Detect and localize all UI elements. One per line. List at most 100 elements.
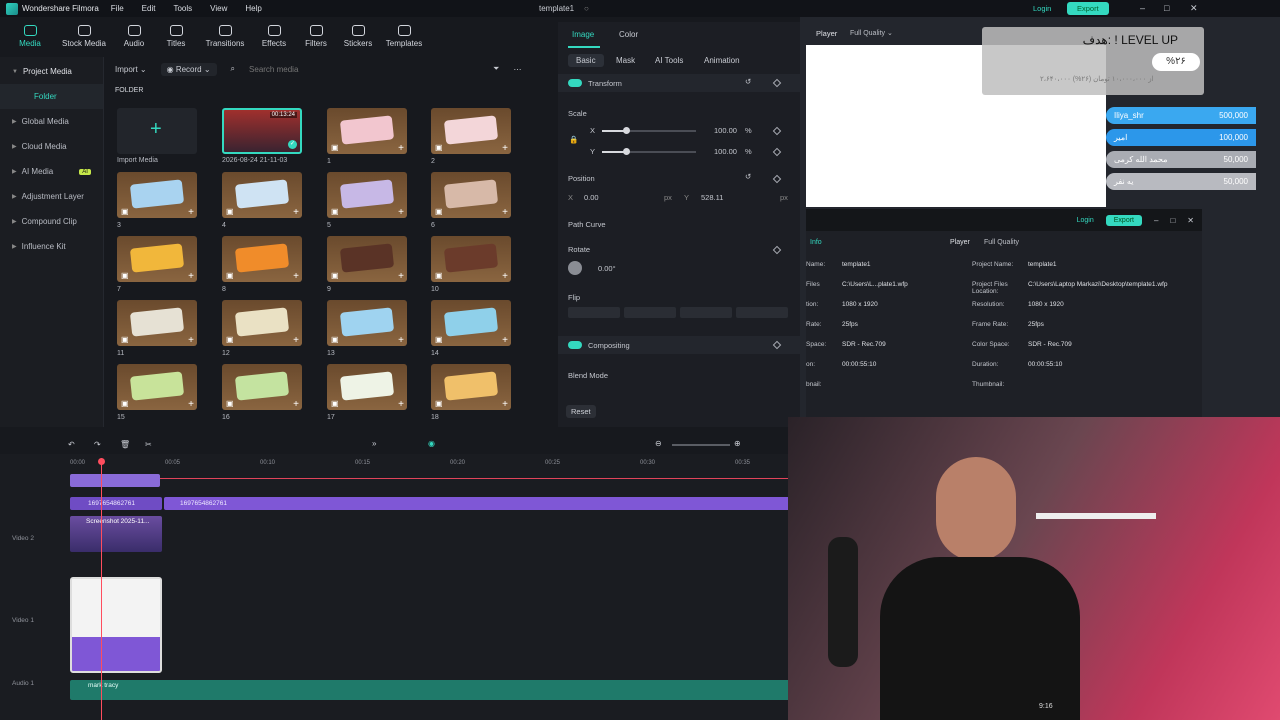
filter-icon[interactable]: ⏷ — [493, 64, 499, 74]
media-item[interactable]: ▣ + — [327, 364, 407, 410]
subtab-ai-tools[interactable]: AI Tools — [655, 56, 683, 65]
close-icon[interactable]: ✕ — [1187, 216, 1194, 225]
rotate-dial[interactable] — [568, 261, 582, 275]
media-item[interactable]: ▣ + — [222, 364, 302, 410]
media-item[interactable]: ▣ + — [431, 300, 511, 346]
subtab-animation[interactable]: Animation — [704, 56, 740, 65]
media-item[interactable]: ▣ + — [431, 108, 511, 154]
flip-vertical-button[interactable] — [624, 307, 676, 318]
tool-filters[interactable]: Filters — [298, 17, 334, 56]
nested-export[interactable]: Export — [1105, 214, 1142, 226]
add-icon[interactable]: + — [502, 143, 508, 154]
lock-icon[interactable]: 🔒 — [569, 135, 578, 144]
media-item[interactable]: ▣ + — [327, 236, 407, 282]
clip-cupcake[interactable] — [70, 577, 162, 673]
tool-audio[interactable]: Audio — [116, 17, 152, 56]
nav-folder[interactable]: Folder — [0, 84, 103, 109]
minimize-icon[interactable]: – — [1140, 3, 1145, 13]
nested-player-tab[interactable]: Player — [950, 239, 970, 246]
add-icon[interactable]: + — [188, 399, 194, 410]
tool-templates[interactable]: Templates — [382, 17, 426, 56]
nav-adjustment-layer[interactable]: ▶ Adjustment Layer — [0, 184, 103, 209]
add-icon[interactable]: + — [502, 207, 508, 218]
transform-toggle[interactable] — [568, 79, 582, 87]
media-item[interactable]: ▣ + — [117, 172, 197, 218]
export-button[interactable]: Export — [1067, 2, 1109, 15]
playhead-handle-icon[interactable] — [98, 458, 105, 465]
nav-cloud-media[interactable]: ▶ Cloud Media — [0, 134, 103, 159]
login-link[interactable]: Login — [1033, 4, 1051, 13]
add-icon[interactable]: + — [398, 271, 404, 282]
add-icon[interactable]: + — [398, 399, 404, 410]
add-icon[interactable]: + — [502, 271, 508, 282]
more-icon[interactable]: ⋯ — [513, 65, 521, 74]
audio-clip[interactable]: mark tracy — [70, 680, 790, 700]
tool-transitions[interactable]: Transitions — [200, 17, 250, 56]
undo-icon[interactable]: ↶ — [68, 440, 75, 449]
flip-horizontal-button[interactable] — [568, 307, 620, 318]
clip-screenshot[interactable]: Screenshot 2025-11... — [70, 516, 162, 552]
position-x-value[interactable]: 0.00 — [584, 193, 599, 202]
add-icon[interactable]: + — [398, 207, 404, 218]
add-icon[interactable]: + — [188, 207, 194, 218]
reset-icon[interactable]: ↺ — [745, 77, 751, 86]
zoom-slider[interactable] — [672, 444, 730, 446]
search-input[interactable] — [249, 64, 480, 74]
add-icon[interactable]: + — [502, 335, 508, 346]
tool-stock-media[interactable]: Stock Media — [58, 17, 110, 56]
split-icon[interactable]: ✂ — [145, 440, 152, 449]
zoom-in-icon[interactable]: ⊕ — [734, 439, 741, 448]
media-item[interactable]: ▣ + — [327, 172, 407, 218]
minimize-icon[interactable]: – — [1154, 216, 1158, 225]
keyframe-icon[interactable] — [772, 245, 782, 255]
clip-top[interactable] — [70, 474, 160, 487]
menu-help[interactable]: Help — [245, 4, 261, 13]
player-tab[interactable]: Player — [816, 29, 837, 38]
zoom-out-icon[interactable]: ⊖ — [655, 439, 662, 448]
keyframe-icon[interactable] — [772, 126, 782, 136]
tool-titles[interactable]: Titles — [158, 17, 194, 56]
add-icon[interactable]: + — [293, 335, 299, 346]
nested-login[interactable]: Login — [1077, 217, 1094, 224]
media-item[interactable]: ▣ + — [327, 108, 407, 154]
scale-x-value[interactable]: 100.00 — [714, 126, 737, 135]
add-icon[interactable]: + — [293, 399, 299, 410]
reset-button[interactable]: Reset — [566, 405, 596, 418]
import-dropdown[interactable]: Import ⌄ — [115, 65, 147, 74]
media-item[interactable]: ▣ + — [117, 300, 197, 346]
maximize-icon[interactable]: □ — [1164, 3, 1169, 13]
scale-x-knob[interactable] — [623, 127, 630, 134]
add-icon[interactable]: + — [293, 207, 299, 218]
import-media-tile[interactable]: + — [117, 108, 197, 154]
subtab-mask[interactable]: Mask — [616, 56, 635, 65]
media-item[interactable]: ▣ + — [222, 300, 302, 346]
more-tools-icon[interactable]: » — [372, 439, 376, 448]
media-item[interactable]: ▣ + — [431, 172, 511, 218]
nav-influence-kit[interactable]: ▶ Influence Kit — [0, 234, 103, 259]
reset-icon[interactable]: ↺ — [745, 172, 751, 181]
add-icon[interactable]: + — [398, 335, 404, 346]
record-dropdown[interactable]: ◉ Record ⌄ — [160, 62, 217, 76]
menu-edit[interactable]: Edit — [142, 4, 156, 13]
menu-file[interactable]: File — [111, 4, 124, 13]
playhead[interactable] — [101, 458, 102, 720]
redo-icon[interactable]: ↷ — [94, 440, 101, 449]
quality-dropdown[interactable]: Full Quality ⌄ — [850, 29, 893, 37]
close-icon[interactable]: ✕ — [1190, 3, 1198, 14]
record-icon[interactable]: ◉ — [428, 439, 435, 448]
media-item[interactable]: ▣ + — [222, 172, 302, 218]
media-clip-recording[interactable]: 00:13:24 ✓ — [222, 108, 302, 154]
add-icon[interactable]: + — [398, 143, 404, 154]
scale-y-slider[interactable] — [602, 151, 696, 153]
position-y-value[interactable]: 528.11 — [701, 193, 723, 202]
rotate-value[interactable]: 0.00° — [598, 264, 616, 273]
keyframe-icon[interactable] — [772, 147, 782, 157]
media-item[interactable]: ▣ + — [327, 300, 407, 346]
add-icon[interactable]: + — [502, 399, 508, 410]
nav-ai-media[interactable]: ▶ AI Media AI — [0, 159, 103, 184]
info-tab[interactable]: Info — [810, 239, 822, 246]
media-item[interactable]: ▣ + — [222, 236, 302, 282]
nested-quality[interactable]: Full Quality — [984, 239, 1019, 246]
subtab-basic[interactable]: Basic — [568, 54, 604, 67]
add-icon[interactable]: + — [188, 271, 194, 282]
